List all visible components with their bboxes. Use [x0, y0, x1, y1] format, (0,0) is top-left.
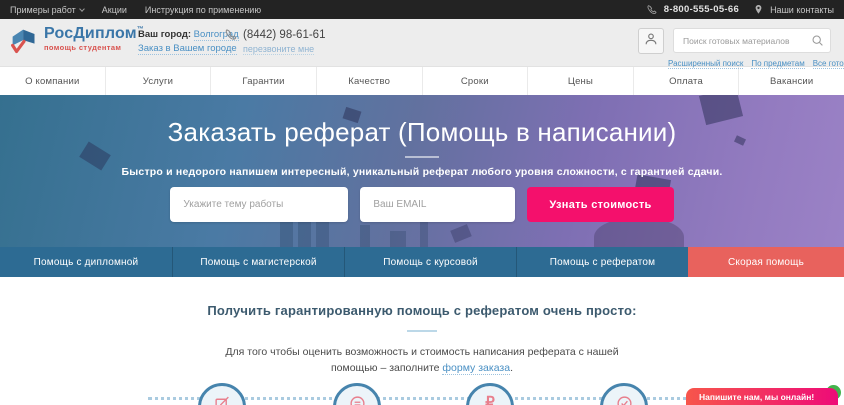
logo-subtitle: помощь студентам	[44, 43, 122, 52]
search-links: Расширенный поиск По предметам Все готов…	[660, 59, 844, 69]
nav-item-services[interactable]: Услуги	[106, 67, 212, 95]
step-2-circle	[333, 383, 381, 405]
nav-item-vacancies[interactable]: Вакансии	[739, 67, 844, 95]
paragraph-text-after: .	[510, 361, 514, 374]
phone-block: (8442) 98-61-61 перезвоните мне	[224, 28, 325, 55]
header: РосДиплом™ помощь студентам Ваш город: В…	[0, 19, 844, 69]
topbar-link-examples-label: Примеры работ	[10, 4, 76, 15]
tab-coursework-help[interactable]: Помощь с курсовой	[344, 247, 516, 277]
topbar-phone-number[interactable]: 8-800-555-05-66	[664, 4, 739, 15]
chat-lines-icon	[349, 395, 366, 405]
nav-item-terms[interactable]: Сроки	[423, 67, 529, 95]
topic-input[interactable]	[170, 187, 349, 222]
order-form-link[interactable]: форму заказа	[442, 361, 511, 375]
step-3-circle: ₽	[466, 383, 514, 405]
edit-icon	[214, 395, 231, 405]
topbar-contacts-link[interactable]: Наши контакты	[770, 5, 834, 15]
nav-item-prices[interactable]: Цены	[528, 67, 634, 95]
login-button[interactable]	[638, 28, 664, 54]
ruble-icon: ₽	[485, 394, 495, 405]
search-box	[673, 28, 831, 53]
topbar: Примеры работ Акции Инструкция по примен…	[0, 0, 844, 19]
step-4-circle	[600, 383, 648, 405]
hero-banner: Заказать реферат (Помощь в написании) Бы…	[0, 95, 844, 247]
page: Примеры работ Акции Инструкция по примен…	[0, 0, 844, 405]
paragraph-text: Для того чтобы оценить возможность и сто…	[225, 346, 619, 374]
hero-subtitle: Быстро и недорого напишем интересный, ун…	[121, 166, 723, 178]
email-input[interactable]	[360, 187, 516, 222]
how-it-works-section: Получить гарантированную помощь с рефера…	[0, 277, 844, 377]
main-nav: О компании Услуги Гарантии Качество Срок…	[0, 67, 844, 95]
advanced-search-link[interactable]: Расширенный поиск	[668, 59, 744, 69]
section-divider	[407, 330, 437, 332]
order-in-city-link[interactable]: Заказ в Вашем городе	[138, 42, 237, 55]
tab-masters-help[interactable]: Помощь с магистерской	[172, 247, 344, 277]
phone-icon	[646, 4, 658, 16]
nav-item-about[interactable]: О компании	[0, 67, 106, 95]
section-heading: Получить гарантированную помощь с рефера…	[207, 303, 637, 318]
all-ready-link[interactable]: Все готовые	[812, 59, 844, 69]
order-form: Узнать стоимость	[0, 187, 844, 222]
nav-item-quality[interactable]: Качество	[317, 67, 423, 95]
section-paragraph: Для того чтобы оценить возможность и сто…	[207, 345, 637, 377]
chevron-down-icon	[78, 5, 85, 12]
callback-link[interactable]: перезвоните мне	[243, 44, 315, 55]
user-icon	[644, 32, 658, 51]
check-icon	[616, 395, 633, 405]
chat-widget-label[interactable]: Напишите нам, мы онлайн!	[686, 388, 838, 405]
tab-urgent-help[interactable]: Скорая помощь	[688, 247, 844, 277]
hero-divider	[405, 156, 439, 158]
topbar-link-promos[interactable]: Акции	[102, 5, 127, 15]
city-phone-number[interactable]: (8442) 98-61-61	[243, 29, 325, 41]
logo-title: РосДиплом	[44, 25, 137, 42]
step-1-circle	[198, 383, 246, 405]
topbar-link-instructions[interactable]: Инструкция по применению	[145, 5, 261, 15]
by-subjects-link[interactable]: По предметам	[751, 59, 805, 69]
hero-title: Заказать реферат (Помощь в написании)	[167, 117, 677, 147]
topbar-link-examples[interactable]: Примеры работ	[10, 4, 85, 15]
search-input[interactable]	[683, 35, 811, 46]
get-cost-button[interactable]: Узнать стоимость	[527, 187, 674, 222]
chat-widget[interactable]: Напишите нам, мы онлайн!	[686, 385, 841, 405]
nav-item-guarantees[interactable]: Гарантии	[211, 67, 317, 95]
help-tabs: Помощь с дипломной Помощь с магистерской…	[0, 247, 844, 277]
nav-item-payment[interactable]: Оплата	[634, 67, 740, 95]
phone-icon	[224, 28, 238, 42]
tab-diploma-help[interactable]: Помощь с дипломной	[0, 247, 172, 277]
search-icon[interactable]	[811, 34, 824, 47]
logo[interactable]: РосДиплом™ помощь студентам	[10, 26, 144, 61]
city-label: Ваш город:	[138, 29, 192, 40]
logo-book-icon	[10, 26, 38, 61]
location-pin-icon	[753, 4, 764, 15]
tab-essay-help[interactable]: Помощь с рефератом	[516, 247, 688, 277]
